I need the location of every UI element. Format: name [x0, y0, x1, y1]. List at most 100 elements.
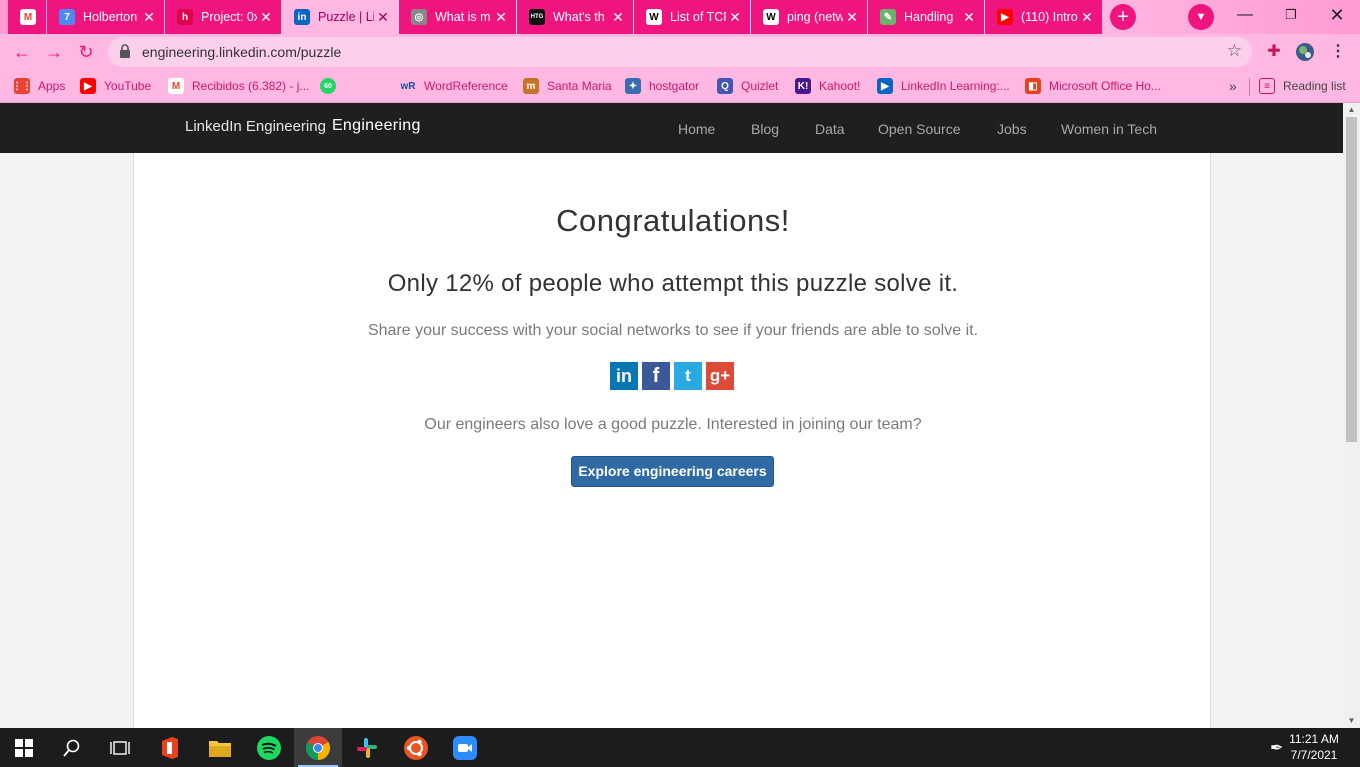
globe-icon: ◎ [411, 9, 427, 25]
close-tab-icon[interactable]: ✕ [843, 9, 861, 26]
taskbar-spotify[interactable] [245, 728, 293, 767]
bookmark-item[interactable]: ▶ LinkedIn Learning:... [877, 77, 1010, 95]
browser-tab[interactable]: M [8, 0, 46, 34]
task-view-button[interactable] [96, 728, 144, 767]
share-facebook-button[interactable]: f [642, 362, 670, 390]
taskbar-file-explorer[interactable] [196, 728, 244, 767]
windows-taskbar: ✒ 11:21 AM 7/7/2021 [0, 728, 1360, 767]
solve-rate-heading: Only 12% of people who attempt this puzz… [387, 270, 959, 297]
share-twitter-button[interactable]: t [674, 362, 702, 390]
bookmark-item[interactable]: ◧ Microsoft Office Ho... [1025, 77, 1161, 95]
nav-link-blog[interactable]: Blog [751, 121, 779, 137]
globe-avatar-icon [1296, 43, 1314, 61]
arrow-left-icon: ← [13, 42, 31, 62]
reload-button[interactable]: ↻ [72, 38, 100, 66]
browser-tab[interactable]: ✎ Handling ✕ [868, 0, 984, 34]
pen-workspace-icon[interactable]: ✒ [1270, 738, 1283, 758]
youtube-icon: ▶ [997, 9, 1013, 25]
page-scrollbar[interactable]: ▲ ▼ [1343, 103, 1360, 728]
nav-link-women-in-tech[interactable]: Women in Tech [1061, 121, 1157, 137]
taskbar-office[interactable] [146, 728, 194, 767]
minimize-button[interactable]: — [1222, 0, 1268, 30]
bookmark-item[interactable]: M Recibidos (6.382) - j... [168, 77, 309, 95]
start-button[interactable] [0, 728, 48, 767]
browser-tab[interactable]: ◎ What is m ✕ [399, 0, 516, 34]
taskbar-slack[interactable] [343, 728, 391, 767]
bookmark-item[interactable]: ⋮⋮ Apps [12, 77, 65, 95]
close-window-button[interactable]: ✕ [1314, 0, 1360, 30]
reading-list-button[interactable]: ≡ Reading list [1259, 77, 1346, 95]
scroll-up-arrow[interactable]: ▲ [1343, 103, 1360, 117]
bookmark-star-icon[interactable]: ☆ [1227, 41, 1242, 61]
scroll-down-arrow[interactable]: ▼ [1343, 714, 1360, 728]
back-button[interactable]: ← [8, 38, 36, 66]
browser-tab[interactable]: 7 Holberton ✕ [47, 0, 164, 34]
close-tab-icon[interactable]: ✕ [492, 9, 510, 26]
close-tab-icon[interactable]: ✕ [257, 9, 275, 26]
close-tab-icon[interactable]: ✕ [374, 9, 392, 26]
nav-link-open-source[interactable]: Open Source [878, 121, 961, 137]
bookmark-label: Recibidos (6.382) - j... [192, 79, 310, 93]
bookmarks-overflow-chevron[interactable]: » [1229, 77, 1237, 95]
slack-icon [357, 737, 377, 758]
site-brand[interactable]: LinkedIn Engineering Engineering [185, 117, 421, 135]
bookmark-item[interactable]: wR WordReference [400, 77, 508, 95]
share-google-plus-button[interactable]: g+ [706, 362, 734, 390]
profile-avatar[interactable] [1295, 42, 1315, 62]
browser-tab[interactable]: h Project: 0x ✕ [165, 0, 281, 34]
bookmark-item[interactable]: K! Kahoot! [795, 77, 860, 95]
brand-name: Engineering [331, 117, 421, 134]
browser-tab[interactable]: ▶ (110) Intro ✕ [985, 0, 1102, 34]
close-tab-icon[interactable]: ✕ [960, 9, 978, 26]
taskbar-ubuntu[interactable] [392, 728, 440, 767]
gmail-icon: M [20, 9, 36, 25]
restore-button[interactable]: ❐ [1268, 0, 1314, 30]
wordreference-icon: wR [400, 78, 416, 94]
google-plus-icon: g+ [709, 366, 731, 385]
browser-tab[interactable]: Wping (netw ✕ [751, 0, 867, 34]
nav-link-data[interactable]: Data [815, 121, 845, 137]
tab-title: (110) Intro [1021, 10, 1078, 24]
calendar-icon: 7 [59, 9, 75, 25]
address-bar[interactable]: engineering.linkedin.com/puzzle ☆ [108, 37, 1252, 67]
explore-careers-button[interactable]: Explore engineering careers [571, 456, 774, 487]
close-tab-icon[interactable]: ✕ [726, 9, 744, 26]
nav-link-jobs[interactable]: Jobs [997, 121, 1027, 137]
tab-search-button[interactable]: ▼ [1188, 4, 1214, 30]
office-icon: ◧ [1025, 78, 1041, 94]
reading-list-label: Reading list [1283, 79, 1346, 93]
scrollbar-thumb[interactable] [1346, 117, 1357, 442]
reading-list-icon: ≡ [1259, 78, 1275, 94]
taskbar-zoom[interactable] [441, 728, 489, 767]
chrome-menu-button[interactable]: ⋮ [1328, 42, 1348, 62]
new-tab-button[interactable]: + [1110, 4, 1136, 30]
lock-icon [120, 44, 130, 58]
browser-tab[interactable]: HTG What's th ✕ [517, 0, 633, 34]
close-tab-icon[interactable]: ✕ [1078, 9, 1096, 26]
nav-link-home[interactable]: Home [678, 121, 715, 137]
share-linkedin-button[interactable]: in [610, 362, 638, 390]
file-explorer-icon [209, 740, 231, 757]
linkedin-learning-icon: ▶ [877, 78, 893, 94]
bookmark-label: YouTube [104, 79, 152, 93]
forward-button[interactable]: → [40, 38, 68, 66]
system-clock[interactable]: 11:21 AM 7/7/2021 [1284, 731, 1344, 763]
close-tab-icon[interactable]: ✕ [609, 9, 627, 26]
bookmark-item[interactable]: ✦ hostgator [625, 77, 699, 95]
bookmark-item[interactable]: m Santa Maria [523, 77, 612, 95]
taskbar-search-button[interactable] [48, 728, 96, 767]
bookmark-label: WordReference [424, 79, 508, 93]
facebook-icon: f [652, 364, 660, 387]
taskbar-chrome[interactable] [294, 728, 342, 767]
close-tab-icon[interactable]: ✕ [140, 9, 158, 26]
whatsapp-icon: 60 [320, 78, 336, 94]
page-icon: ✎ [880, 9, 896, 25]
browser-tab[interactable]: in Puzzle | Li ✕ [282, 0, 398, 34]
extensions-puzzle-icon[interactable]: ✚ [1264, 42, 1284, 62]
tab-title: Project: 0x [201, 10, 257, 24]
browser-tab[interactable]: W List of TCP ✕ [634, 0, 750, 34]
gmail-icon: M [168, 78, 184, 94]
bookmark-item[interactable]: ▶ YouTube [80, 77, 151, 95]
bookmark-item[interactable]: Q Quizlet [717, 77, 778, 95]
bookmark-item[interactable]: 60 [320, 77, 344, 95]
